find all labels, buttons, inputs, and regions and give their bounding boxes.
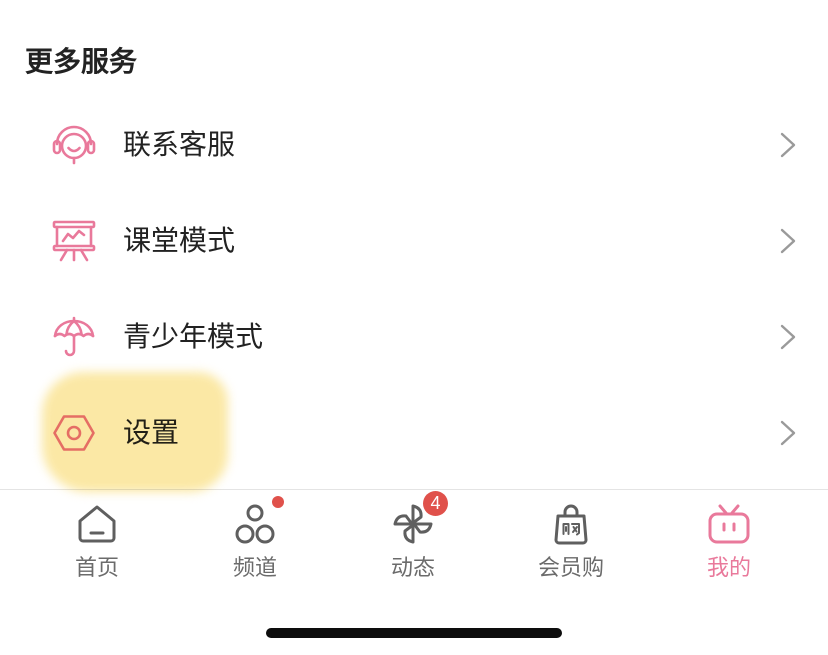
headset-icon — [52, 123, 96, 167]
menu-item-contact-service[interactable]: 联系客服 — [0, 97, 828, 193]
umbrella-icon — [52, 315, 96, 359]
chevron-right-icon — [779, 324, 797, 350]
tab-label: 会员购 — [537, 555, 604, 580]
chevron-right-icon — [779, 228, 797, 254]
tab-channels[interactable]: 频道 — [176, 490, 334, 586]
home-icon — [75, 502, 119, 546]
tv-icon — [707, 502, 751, 546]
settings-hexagon-icon — [52, 411, 96, 455]
menu-item-label: 联系客服 — [123, 129, 236, 160]
more-services-page: 更多服务 联系客服 课堂模式 青少年模式 设置 首页 频道 4 动态 会员购 我… — [0, 0, 828, 655]
tab-label: 我的 — [706, 555, 751, 580]
menu-item-classroom-mode[interactable]: 课堂模式 — [0, 193, 828, 289]
notification-dot — [272, 496, 284, 508]
menu-item-teen-mode[interactable]: 青少年模式 — [0, 289, 828, 385]
menu-item-label: 青少年模式 — [123, 321, 264, 352]
section-title: 更多服务 — [25, 46, 138, 77]
home-indicator[interactable] — [266, 628, 562, 638]
tab-home[interactable]: 首页 — [18, 490, 176, 586]
tab-label: 频道 — [232, 555, 277, 580]
tab-mine[interactable]: 我的 — [650, 490, 808, 586]
tab-dynamics[interactable]: 4 动态 — [334, 490, 492, 586]
tab-member-shop[interactable]: 会员购 — [492, 490, 650, 586]
notification-badge: 4 — [423, 491, 448, 516]
menu-item-label: 设置 — [123, 417, 180, 448]
chevron-right-icon — [779, 132, 797, 158]
shopping-bag-icon — [549, 502, 593, 546]
menu-item-settings[interactable]: 设置 — [0, 385, 828, 481]
presentation-board-icon — [52, 219, 96, 263]
tab-label: 动态 — [390, 555, 435, 580]
tab-label: 首页 — [74, 555, 119, 580]
menu-item-label: 课堂模式 — [123, 225, 236, 256]
channels-icon — [233, 502, 277, 546]
chevron-right-icon — [779, 420, 797, 446]
